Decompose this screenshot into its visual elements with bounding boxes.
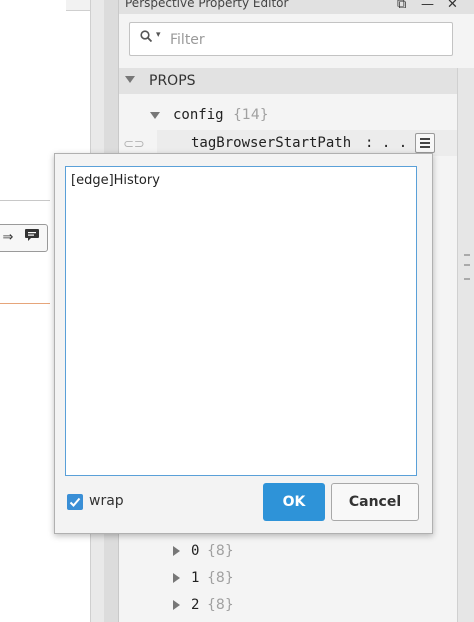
search-icon <box>140 30 152 42</box>
close-icon[interactable]: ✕ <box>447 0 458 12</box>
expand-caret-icon[interactable] <box>150 112 160 119</box>
tree-row-item[interactable]: 1 {8} <box>171 567 291 589</box>
checkmark-icon <box>69 497 81 507</box>
expand-caret-icon[interactable] <box>173 600 180 610</box>
panel-title: Perspective Property Editor <box>125 0 289 10</box>
filter-box[interactable]: ▾ <box>129 22 453 56</box>
minimize-icon[interactable]: — <box>421 0 434 12</box>
tree-node-count: {8} <box>207 570 234 586</box>
text-edit-popup: [edge]History wrap OK Cancel <box>54 153 433 534</box>
value-textarea[interactable]: [edge]History <box>65 166 417 476</box>
props-section-header[interactable]: PROPS <box>119 68 457 94</box>
props-section-label: PROPS <box>149 73 196 89</box>
tree-row-item[interactable]: 2 {8} <box>171 594 291 616</box>
comment-icon[interactable] <box>23 229 41 247</box>
dock-icon[interactable]: ⧉ <box>397 0 406 12</box>
expand-caret-icon[interactable] <box>125 76 135 83</box>
tag-row-text: tagBrowserStartPath : . . . <box>191 132 424 154</box>
tree-row-config[interactable]: config {14} <box>147 104 447 126</box>
tree-node-count: {8} <box>207 597 234 613</box>
property-name: tagBrowserStartPath <box>191 135 352 151</box>
filter-input[interactable] <box>168 27 442 53</box>
tree-node-name: config <box>173 107 224 123</box>
ok-button[interactable]: OK <box>263 483 325 521</box>
cancel-button[interactable]: Cancel <box>331 483 419 521</box>
tree-node-count: {14} <box>233 107 269 123</box>
scrollbar-grip[interactable] <box>464 254 470 280</box>
vertical-scrollbar[interactable] <box>457 68 474 622</box>
canvas-toolbar: ⇒ <box>0 224 48 252</box>
list-icon[interactable] <box>415 133 435 153</box>
expand-caret-icon[interactable] <box>173 546 180 556</box>
tree-node-count: {8} <box>207 543 234 559</box>
tree-node-name: 0 <box>191 543 200 559</box>
wrap-checkbox[interactable] <box>67 494 83 510</box>
expand-caret-icon[interactable] <box>173 573 180 583</box>
wrap-label: wrap <box>89 493 124 509</box>
tree-row-item[interactable]: 0 {8} <box>171 540 291 562</box>
panel-titlebar: Perspective Property Editor ⧉ — ✕ <box>119 0 474 14</box>
link-icon[interactable]: ⊂⊃ <box>123 137 145 152</box>
tree-node-name: 1 <box>191 570 200 586</box>
tree-node-name: 2 <box>191 597 200 613</box>
share-icon[interactable]: ⇒ <box>0 229 17 247</box>
selection-guide-line <box>0 303 50 304</box>
canvas-divider <box>0 200 50 201</box>
chevron-down-icon: ▾ <box>156 30 161 40</box>
